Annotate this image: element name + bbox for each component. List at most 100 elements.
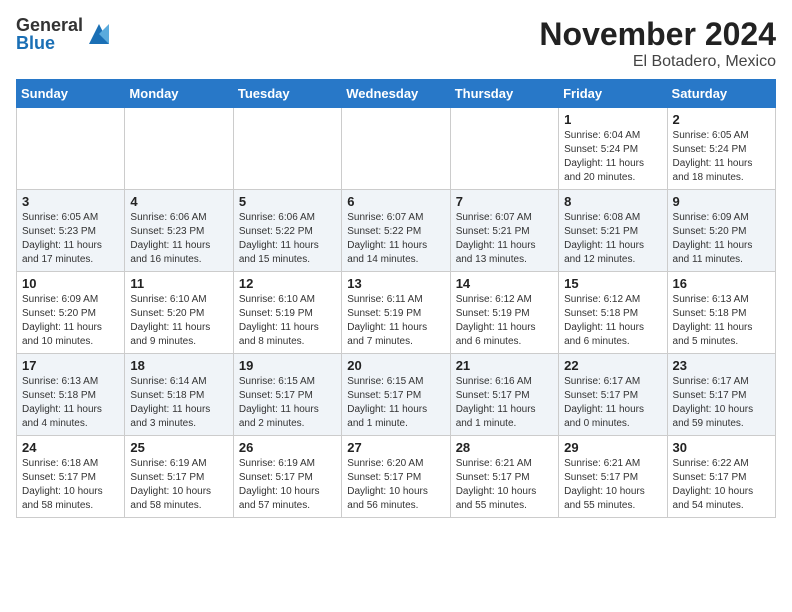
day-info: Sunrise: 6:15 AM Sunset: 5:17 PM Dayligh… <box>239 375 336 431</box>
calendar-cell <box>17 108 125 190</box>
title-block: November 2024 El Botadero, Mexico <box>539 16 776 71</box>
calendar-cell: 22 Sunrise: 6:17 AM Sunset: 5:17 PM Dayli… <box>559 354 667 436</box>
calendar-header: SundayMondayTuesdayWednesdayThursdayFrid… <box>17 80 776 108</box>
day-number: 16 <box>673 276 770 291</box>
calendar-cell <box>125 108 233 190</box>
calendar-body: 1 Sunrise: 6:04 AM Sunset: 5:24 PM Daylig… <box>17 108 776 518</box>
day-number: 26 <box>239 440 336 455</box>
calendar-cell: 20 Sunrise: 6:15 AM Sunset: 5:17 PM Dayli… <box>342 354 450 436</box>
day-number: 25 <box>130 440 227 455</box>
header-monday: Monday <box>125 80 233 108</box>
day-number: 13 <box>347 276 444 291</box>
calendar-cell: 2 Sunrise: 6:05 AM Sunset: 5:24 PM Daylig… <box>667 108 775 190</box>
calendar-cell: 8 Sunrise: 6:08 AM Sunset: 5:21 PM Daylig… <box>559 190 667 272</box>
day-info: Sunrise: 6:04 AM Sunset: 5:24 PM Dayligh… <box>564 129 661 185</box>
day-number: 21 <box>456 358 553 373</box>
calendar-cell: 14 Sunrise: 6:12 AM Sunset: 5:19 PM Dayli… <box>450 272 558 354</box>
logo-general: General <box>16 16 83 34</box>
day-info: Sunrise: 6:05 AM Sunset: 5:24 PM Dayligh… <box>673 129 770 185</box>
calendar-title: November 2024 <box>539 16 776 53</box>
day-info: Sunrise: 6:06 AM Sunset: 5:22 PM Dayligh… <box>239 211 336 267</box>
day-number: 30 <box>673 440 770 455</box>
day-info: Sunrise: 6:20 AM Sunset: 5:17 PM Dayligh… <box>347 457 444 513</box>
header-row: SundayMondayTuesdayWednesdayThursdayFrid… <box>17 80 776 108</box>
week-row-1: 3Sunrise: 6:05 AM Sunset: 5:23 PM Daylig… <box>17 190 776 272</box>
calendar-cell: 15Sunrise: 6:12 AM Sunset: 5:18 PM Dayli… <box>559 272 667 354</box>
day-info: Sunrise: 6:12 AM Sunset: 5:19 PM Dayligh… <box>456 293 553 349</box>
day-number: 11 <box>130 276 227 291</box>
week-row-4: 24 Sunrise: 6:18 AM Sunset: 5:17 PM Dayli… <box>17 436 776 518</box>
calendar-table: SundayMondayTuesdayWednesdayThursdayFrid… <box>16 79 776 518</box>
logo-text: General Blue <box>16 16 83 52</box>
day-info: Sunrise: 6:09 AM Sunset: 5:20 PM Dayligh… <box>673 211 770 267</box>
calendar-cell: 23Sunrise: 6:17 AM Sunset: 5:17 PM Dayli… <box>667 354 775 436</box>
day-number: 8 <box>564 194 661 209</box>
day-info: Sunrise: 6:09 AM Sunset: 5:20 PM Dayligh… <box>22 293 119 349</box>
logo: General Blue <box>16 16 113 52</box>
day-number: 14 <box>456 276 553 291</box>
calendar-cell: 18 Sunrise: 6:14 AM Sunset: 5:18 PM Dayli… <box>125 354 233 436</box>
day-number: 22 <box>564 358 661 373</box>
calendar-cell: 21 Sunrise: 6:16 AM Sunset: 5:17 PM Dayli… <box>450 354 558 436</box>
day-number: 7 <box>456 194 553 209</box>
calendar-cell: 28 Sunrise: 6:21 AM Sunset: 5:17 PM Dayli… <box>450 436 558 518</box>
calendar-cell: 12 Sunrise: 6:10 AM Sunset: 5:19 PM Dayli… <box>233 272 341 354</box>
calendar-cell: 3Sunrise: 6:05 AM Sunset: 5:23 PM Daylig… <box>17 190 125 272</box>
logo-icon <box>85 20 113 48</box>
calendar-cell: 25 Sunrise: 6:19 AM Sunset: 5:17 PM Dayli… <box>125 436 233 518</box>
day-number: 10 <box>22 276 119 291</box>
day-number: 12 <box>239 276 336 291</box>
day-number: 2 <box>673 112 770 127</box>
week-row-0: 1 Sunrise: 6:04 AM Sunset: 5:24 PM Daylig… <box>17 108 776 190</box>
day-info: Sunrise: 6:07 AM Sunset: 5:22 PM Dayligh… <box>347 211 444 267</box>
calendar-cell: 6Sunrise: 6:07 AM Sunset: 5:22 PM Daylig… <box>342 190 450 272</box>
calendar-cell: 29Sunrise: 6:21 AM Sunset: 5:17 PM Dayli… <box>559 436 667 518</box>
day-info: Sunrise: 6:19 AM Sunset: 5:17 PM Dayligh… <box>130 457 227 513</box>
day-number: 4 <box>130 194 227 209</box>
calendar-cell: 11Sunrise: 6:10 AM Sunset: 5:20 PM Dayli… <box>125 272 233 354</box>
day-number: 9 <box>673 194 770 209</box>
day-info: Sunrise: 6:10 AM Sunset: 5:19 PM Dayligh… <box>239 293 336 349</box>
calendar-cell: 30 Sunrise: 6:22 AM Sunset: 5:17 PM Dayli… <box>667 436 775 518</box>
day-number: 20 <box>347 358 444 373</box>
calendar-cell: 26Sunrise: 6:19 AM Sunset: 5:17 PM Dayli… <box>233 436 341 518</box>
day-info: Sunrise: 6:17 AM Sunset: 5:17 PM Dayligh… <box>564 375 661 431</box>
day-number: 1 <box>564 112 661 127</box>
day-number: 17 <box>22 358 119 373</box>
day-info: Sunrise: 6:17 AM Sunset: 5:17 PM Dayligh… <box>673 375 770 431</box>
day-info: Sunrise: 6:06 AM Sunset: 5:23 PM Dayligh… <box>130 211 227 267</box>
day-info: Sunrise: 6:07 AM Sunset: 5:21 PM Dayligh… <box>456 211 553 267</box>
calendar-cell: 7 Sunrise: 6:07 AM Sunset: 5:21 PM Daylig… <box>450 190 558 272</box>
calendar-cell: 4 Sunrise: 6:06 AM Sunset: 5:23 PM Daylig… <box>125 190 233 272</box>
logo-blue: Blue <box>16 34 83 52</box>
page-header: General Blue November 2024 El Botadero, … <box>16 16 776 71</box>
calendar-cell <box>342 108 450 190</box>
header-saturday: Saturday <box>667 80 775 108</box>
day-info: Sunrise: 6:13 AM Sunset: 5:18 PM Dayligh… <box>22 375 119 431</box>
day-info: Sunrise: 6:21 AM Sunset: 5:17 PM Dayligh… <box>456 457 553 513</box>
day-number: 18 <box>130 358 227 373</box>
day-info: Sunrise: 6:15 AM Sunset: 5:17 PM Dayligh… <box>347 375 444 431</box>
day-info: Sunrise: 6:13 AM Sunset: 5:18 PM Dayligh… <box>673 293 770 349</box>
calendar-cell: 1 Sunrise: 6:04 AM Sunset: 5:24 PM Daylig… <box>559 108 667 190</box>
header-wednesday: Wednesday <box>342 80 450 108</box>
calendar-cell: 9 Sunrise: 6:09 AM Sunset: 5:20 PM Daylig… <box>667 190 775 272</box>
calendar-cell: 5Sunrise: 6:06 AM Sunset: 5:22 PM Daylig… <box>233 190 341 272</box>
calendar-cell <box>233 108 341 190</box>
day-number: 19 <box>239 358 336 373</box>
header-tuesday: Tuesday <box>233 80 341 108</box>
calendar-cell: 13Sunrise: 6:11 AM Sunset: 5:19 PM Dayli… <box>342 272 450 354</box>
day-info: Sunrise: 6:16 AM Sunset: 5:17 PM Dayligh… <box>456 375 553 431</box>
day-number: 28 <box>456 440 553 455</box>
week-row-2: 10 Sunrise: 6:09 AM Sunset: 5:20 PM Dayli… <box>17 272 776 354</box>
day-number: 3 <box>22 194 119 209</box>
day-number: 27 <box>347 440 444 455</box>
day-info: Sunrise: 6:21 AM Sunset: 5:17 PM Dayligh… <box>564 457 661 513</box>
calendar-subtitle: El Botadero, Mexico <box>539 53 776 71</box>
day-info: Sunrise: 6:18 AM Sunset: 5:17 PM Dayligh… <box>22 457 119 513</box>
day-number: 24 <box>22 440 119 455</box>
day-info: Sunrise: 6:22 AM Sunset: 5:17 PM Dayligh… <box>673 457 770 513</box>
calendar-cell: 24 Sunrise: 6:18 AM Sunset: 5:17 PM Dayli… <box>17 436 125 518</box>
day-info: Sunrise: 6:14 AM Sunset: 5:18 PM Dayligh… <box>130 375 227 431</box>
day-info: Sunrise: 6:08 AM Sunset: 5:21 PM Dayligh… <box>564 211 661 267</box>
